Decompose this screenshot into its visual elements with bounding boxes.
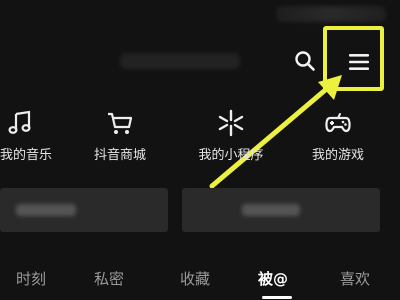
- search-icon[interactable]: [294, 50, 316, 72]
- tab-favorites[interactable]: 收藏: [180, 268, 210, 289]
- shortcut-my-music[interactable]: 我的音乐: [0, 108, 54, 168]
- music-note-icon: [8, 110, 31, 134]
- blurred-text: [242, 204, 300, 216]
- content-tabs: 时刻 私密 收藏 被@ 喜欢: [0, 262, 400, 299]
- shortcut-label: 我的音乐: [0, 148, 52, 163]
- blurred-text: [16, 204, 76, 216]
- tab-mentions[interactable]: 被@: [258, 268, 288, 289]
- promo-card-right[interactable]: [182, 188, 380, 232]
- shortcut-label: 我的小程序: [198, 148, 264, 163]
- blurred-title: [120, 53, 240, 69]
- active-tab-indicator: [262, 296, 292, 299]
- profile-screen: 我的音乐 抖音商城 我的小程序 我的游戏 时刻 私密 收藏 被@ 喜欢: [0, 0, 400, 300]
- tab-moments[interactable]: 时刻: [16, 268, 46, 289]
- shortcut-label: 我的游戏: [311, 148, 364, 163]
- shortcut-label: 抖音商城: [93, 148, 146, 163]
- annotation-highlight-box: [323, 26, 384, 91]
- shortcut-my-mini-programs[interactable]: 我的小程序: [186, 108, 276, 168]
- tab-likes[interactable]: 喜欢: [340, 268, 370, 289]
- shortcut-douyin-mall[interactable]: 抖音商城: [75, 108, 165, 168]
- mini-program-icon: [218, 109, 244, 137]
- shopping-cart-icon: [108, 112, 133, 134]
- promo-card-left[interactable]: [0, 188, 168, 232]
- shortcut-my-games[interactable]: 我的游戏: [293, 108, 383, 168]
- game-controller-icon: [325, 113, 351, 133]
- status-bar: [276, 6, 386, 22]
- tab-private[interactable]: 私密: [94, 268, 124, 289]
